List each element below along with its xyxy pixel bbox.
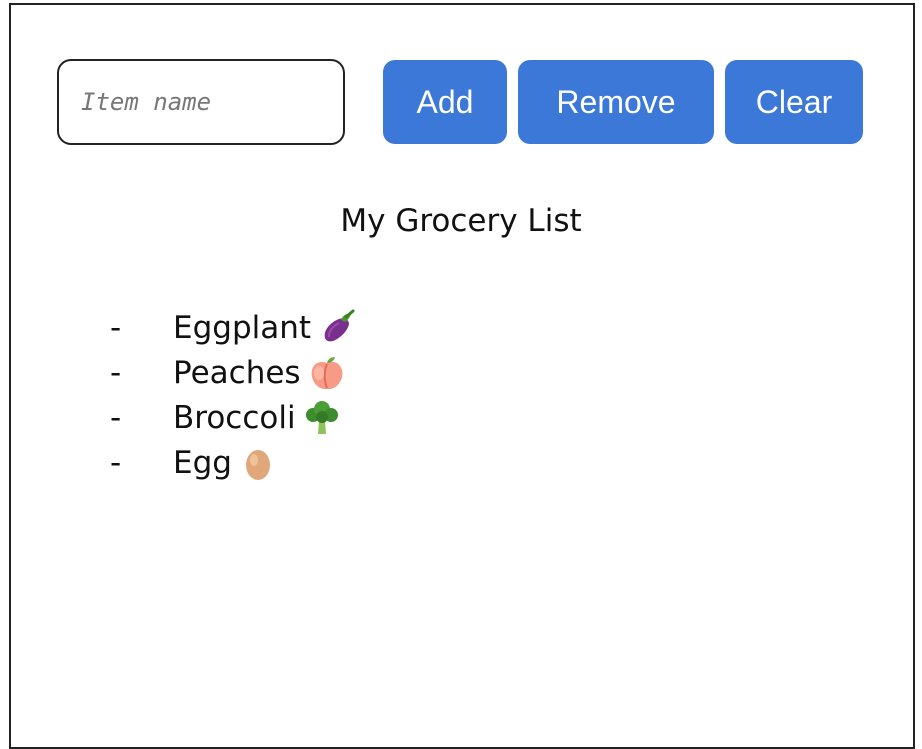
list-bullet: - xyxy=(110,354,122,391)
list-bullet: - xyxy=(110,309,122,346)
broccoli-icon xyxy=(305,400,338,434)
list-item: - Eggplant xyxy=(110,305,357,350)
list-item: - Egg xyxy=(110,440,357,485)
peach-icon xyxy=(311,356,342,389)
list-item-label: Egg xyxy=(173,444,232,481)
remove-button[interactable]: Remove xyxy=(518,60,714,144)
list-item-label: Eggplant xyxy=(173,309,312,346)
page-title: My Grocery List xyxy=(340,203,582,239)
list-item: - Broccoli xyxy=(110,395,357,440)
grocery-list: - Eggplant - Peaches - Broccoli - Egg xyxy=(110,305,357,485)
add-button[interactable]: Add xyxy=(383,60,507,144)
list-bullet: - xyxy=(110,444,122,481)
list-item: - Peaches xyxy=(110,350,357,395)
eggplant-icon xyxy=(324,309,355,341)
list-bullet: - xyxy=(110,399,122,436)
egg-icon xyxy=(245,449,270,480)
list-item-label: Broccoli xyxy=(173,399,296,436)
clear-button[interactable]: Clear xyxy=(725,60,863,144)
item-name-input[interactable] xyxy=(57,59,345,145)
list-item-label: Peaches xyxy=(173,354,301,391)
